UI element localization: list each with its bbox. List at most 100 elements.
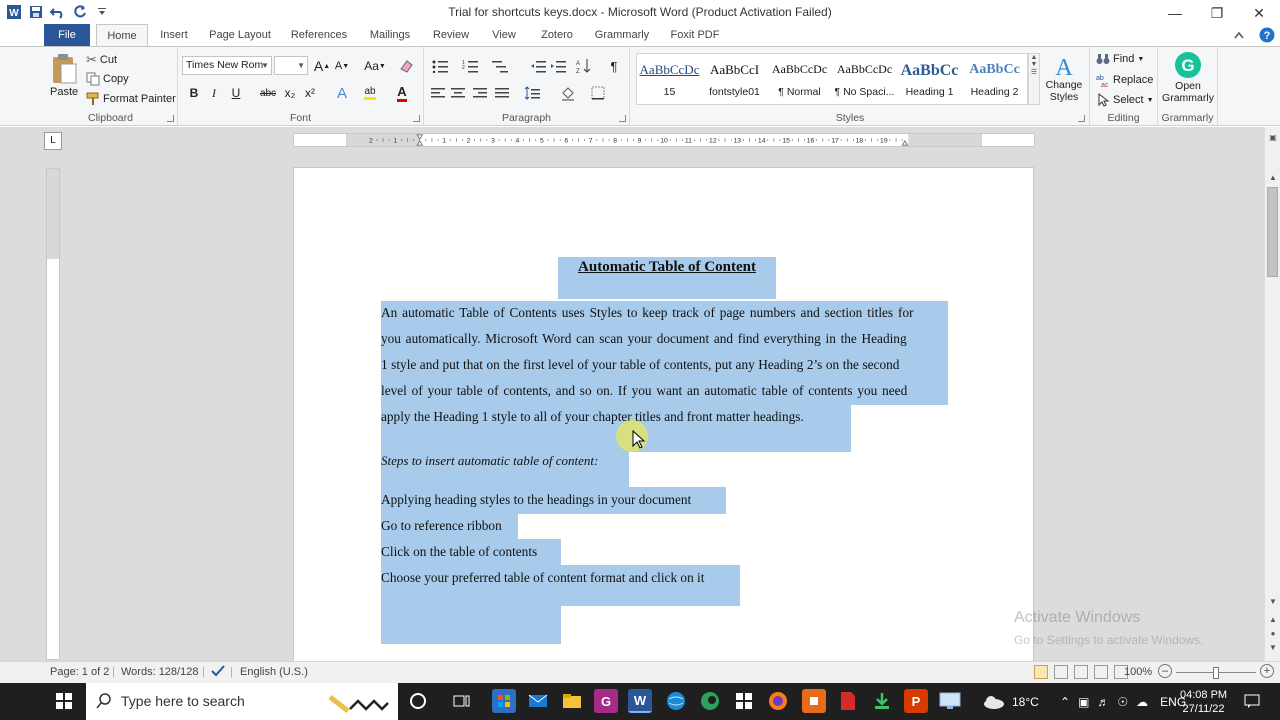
- ruler-toggle-icon[interactable]: ▣: [1266, 131, 1280, 145]
- scroll-down-arrow[interactable]: ▼: [1266, 595, 1280, 609]
- vertical-ruler[interactable]: [46, 168, 60, 660]
- notifications-icon[interactable]: [1240, 689, 1264, 713]
- tab-page-layout[interactable]: Page Layout: [204, 24, 276, 46]
- bold-button[interactable]: B: [184, 83, 204, 103]
- weather-widget[interactable]: 18°C: [982, 683, 1039, 720]
- volume-icon[interactable]: ♬: [1097, 695, 1109, 709]
- page-count[interactable]: Page: 1 of 2: [50, 666, 109, 678]
- microsoft-store-icon[interactable]: [492, 689, 516, 713]
- highlight-button[interactable]: ab: [358, 83, 382, 103]
- scrollbar-thumb[interactable]: [1267, 187, 1278, 277]
- firefox-icon[interactable]: [766, 689, 790, 713]
- document-paragraph[interactable]: An automatic Table of Contents uses Styl…: [381, 301, 948, 452]
- font-color-button[interactable]: A: [390, 83, 414, 103]
- change-styles-button[interactable]: A Change Styles: [1044, 53, 1084, 103]
- tab-file[interactable]: File: [44, 24, 90, 46]
- web-layout-view-icon[interactable]: [1074, 665, 1088, 679]
- scroll-up-arrow[interactable]: ▲: [1266, 171, 1280, 185]
- bullets-button[interactable]: [430, 56, 450, 76]
- print-layout-view-icon[interactable]: [1034, 665, 1048, 679]
- help-icon[interactable]: ?: [1258, 26, 1276, 44]
- style-no-spacing[interactable]: AaBbCcDc ¶ No Spaci...: [832, 54, 897, 104]
- globe-browser-icon[interactable]: [664, 689, 688, 713]
- tab-mailings[interactable]: Mailings: [362, 24, 418, 46]
- browse-object-button[interactable]: ●: [1266, 627, 1280, 641]
- outline-view-icon[interactable]: [1094, 665, 1108, 679]
- show-formatting-button[interactable]: ¶: [604, 56, 624, 76]
- customize-qat-icon[interactable]: [92, 2, 112, 22]
- select-button[interactable]: Select ▼: [1096, 93, 1154, 107]
- file-explorer-icon[interactable]: [560, 689, 584, 713]
- list-item[interactable]: Applying heading styles to the headings …: [381, 487, 726, 514]
- cloud-sync-icon[interactable]: ☁: [1136, 695, 1148, 709]
- line-spacing-button[interactable]: [522, 83, 542, 103]
- save-icon[interactable]: [26, 2, 46, 22]
- tab-grammarly[interactable]: Grammarly: [590, 24, 654, 46]
- word-count[interactable]: Words: 128/128: [121, 666, 198, 678]
- shading-button[interactable]: [558, 83, 578, 103]
- close-button[interactable]: ✕: [1238, 0, 1280, 26]
- zoom-in-button[interactable]: +: [1260, 664, 1274, 678]
- cortana-icon[interactable]: [406, 689, 430, 713]
- tab-references[interactable]: References: [286, 24, 352, 46]
- tab-zotero[interactable]: Zotero: [532, 24, 582, 46]
- superscript-button[interactable]: x²: [300, 83, 320, 103]
- zoom-out-button[interactable]: –: [1158, 664, 1172, 678]
- network-globe-icon[interactable]: ☉: [1117, 695, 1128, 709]
- clock[interactable]: 04:08 PM 27/11/22: [1180, 683, 1227, 720]
- word-taskbar-icon[interactable]: W: [628, 689, 652, 713]
- borders-button[interactable]: [588, 83, 608, 103]
- font-size-combo[interactable]: ▼: [274, 56, 308, 75]
- next-page-button[interactable]: ▼: [1266, 641, 1280, 655]
- paste-button[interactable]: Paste: [50, 53, 78, 98]
- shrink-font-button[interactable]: A ▼: [332, 56, 352, 76]
- align-center-button[interactable]: [448, 83, 468, 103]
- calculator-grid-icon[interactable]: [732, 689, 756, 713]
- list-item[interactable]: Click on the table of contents: [381, 539, 561, 566]
- orange-app-icon[interactable]: [802, 689, 826, 713]
- mail-icon[interactable]: [526, 689, 550, 713]
- font-launcher[interactable]: [413, 115, 420, 122]
- font-name-combo[interactable]: Times New Rom ▼: [182, 56, 272, 75]
- edge-icon[interactable]: [698, 689, 722, 713]
- tab-insert[interactable]: Insert: [152, 24, 196, 46]
- open-grammarly-button[interactable]: G Open Grammarly: [1162, 51, 1214, 104]
- format-painter-button[interactable]: Format Painter: [86, 92, 176, 106]
- align-left-button[interactable]: [428, 83, 448, 103]
- windows-start-icon[interactable]: [52, 689, 76, 713]
- italic-button[interactable]: I: [204, 83, 224, 103]
- zoom-level[interactable]: 100%: [1124, 666, 1152, 678]
- styles-gallery-scroll[interactable]: ▲ ▼ ☰: [1028, 53, 1040, 105]
- copy-button[interactable]: Copy: [86, 72, 129, 86]
- app-icon-g[interactable]: G: [594, 689, 618, 713]
- change-case-button[interactable]: Aa ▼: [362, 56, 388, 76]
- styles-launcher[interactable]: [1078, 115, 1085, 122]
- subscript-button[interactable]: x₂: [280, 83, 300, 103]
- multilevel-list-button[interactable]: [490, 56, 510, 76]
- download-app-icon[interactable]: [870, 689, 894, 713]
- restore-button[interactable]: ❐: [1196, 0, 1238, 26]
- right-indent-marker[interactable]: [901, 140, 909, 146]
- grow-font-button[interactable]: A ▲: [312, 56, 332, 76]
- proofing-icon[interactable]: [210, 664, 226, 681]
- previous-page-button[interactable]: ▲: [1266, 613, 1280, 627]
- tab-review[interactable]: Review: [428, 24, 474, 46]
- list-item[interactable]: Go to reference ribbon: [381, 513, 518, 540]
- cut-button[interactable]: ✂ Cut: [86, 52, 117, 68]
- style-normal[interactable]: AaBbCcDc ¶ Normal: [767, 54, 832, 104]
- collapse-ribbon-icon[interactable]: [1230, 26, 1248, 44]
- minimize-button[interactable]: —: [1154, 0, 1196, 26]
- meet-now-icon[interactable]: ▣: [1078, 695, 1089, 709]
- replace-button[interactable]: ab ac Replace: [1096, 73, 1153, 87]
- text-effects-button[interactable]: A: [332, 83, 352, 103]
- chevron-up-icon[interactable]: ⌃: [1060, 695, 1070, 709]
- vertical-scrollbar[interactable]: ▣ ▲ ▼ ▲ ● ▼: [1264, 127, 1280, 662]
- full-screen-reading-view-icon[interactable]: [1054, 665, 1068, 679]
- remote-desktop-icon[interactable]: [938, 689, 962, 713]
- style-heading-1[interactable]: AaBbCс Heading 1: [897, 54, 962, 104]
- align-right-button[interactable]: [470, 83, 490, 103]
- horizontal-ruler[interactable]: 2 1 1 2 3 4 5 6 7 8 9 10 11 12 13 14 15 16 17 18 19: [293, 133, 1035, 147]
- undo-icon[interactable]: [48, 2, 68, 22]
- find-button[interactable]: Find ▼: [1096, 52, 1144, 66]
- clear-formatting-button[interactable]: [396, 56, 416, 76]
